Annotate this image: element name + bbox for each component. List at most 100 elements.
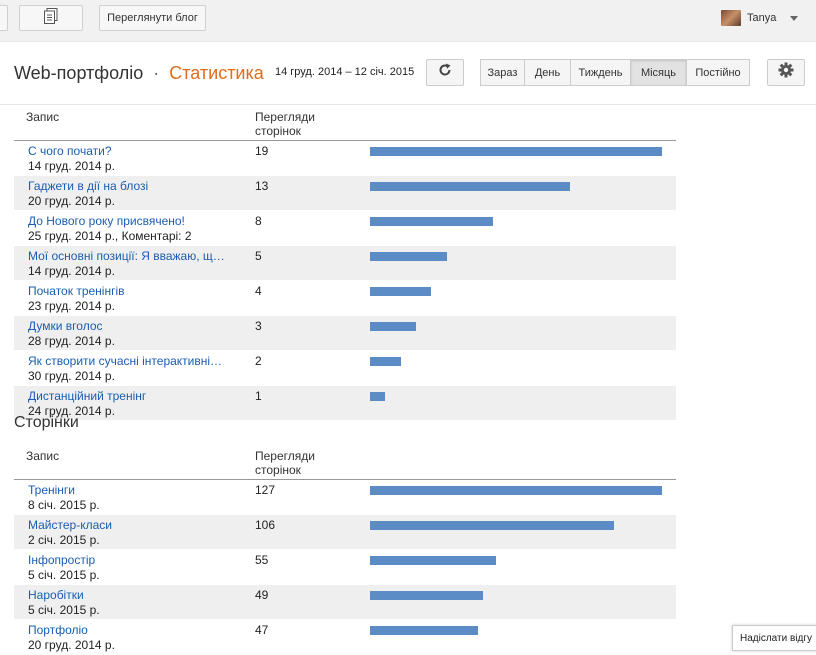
table-row: Думки вголос 28 груд. 2014 р. 3 (14, 316, 676, 351)
row-views: 2 (255, 354, 262, 368)
row-date: 5 січ. 2015 р. (28, 568, 100, 582)
row-views: 13 (255, 179, 269, 193)
posts-list-button[interactable] (19, 5, 83, 31)
column-header-record: Запис (26, 449, 60, 463)
pages-section-title: Сторінки (14, 414, 79, 431)
row-title-link[interactable]: Портфоліо (28, 623, 88, 637)
row-views: 47 (255, 623, 269, 637)
period-month-button[interactable]: Місяць (631, 59, 687, 86)
views-bar (370, 182, 570, 191)
row-views: 5 (255, 249, 262, 263)
table-row: Дистанційний тренінг 24 груд. 2014 р. 1 (14, 386, 676, 421)
row-views: 8 (255, 214, 262, 228)
row-title-link[interactable]: С чого почати? (28, 144, 112, 158)
table-row: До Нового року присвячено! 25 груд. 2014 … (14, 211, 676, 246)
row-date: 20 груд. 2014 р. (28, 638, 115, 652)
row-views: 49 (255, 588, 269, 602)
period-selector: Зараз День Тиждень Місяць Постійно (480, 59, 750, 86)
row-date: 14 груд. 2014 р. (28, 264, 115, 278)
views-bar (370, 392, 385, 401)
section-name: Статистика (169, 63, 264, 83)
table-row: Початок тренінгів 23 груд. 2014 р. 4 (14, 281, 676, 316)
row-date: 2 січ. 2015 р. (28, 533, 100, 547)
refresh-button[interactable] (426, 59, 464, 86)
views-bar (370, 147, 662, 156)
period-now-button[interactable]: Зараз (480, 59, 525, 86)
posts-stats-table: Запис Перегляди сторінок С чого почати? 14… (14, 108, 676, 421)
views-bar (370, 322, 416, 331)
period-day-button[interactable]: День (525, 59, 571, 86)
row-date: 8 січ. 2015 р. (28, 498, 100, 512)
period-alltime-button[interactable]: Постійно (687, 59, 750, 86)
row-views: 19 (255, 144, 269, 158)
table-row: Майстер-класи 2 січ. 2015 р. 106 (14, 515, 676, 550)
row-date: 28 груд. 2014 р. (28, 334, 115, 348)
row-views: 4 (255, 284, 262, 298)
row-views: 106 (255, 518, 276, 532)
table-row: С чого почати? 14 груд. 2014 р. 19 (14, 141, 676, 176)
row-title-link[interactable]: Як створити сучасні інтерактивні… (28, 354, 222, 368)
pages-stats-table: Запис Перегляди сторінок Тренінги 8 січ. 2… (14, 447, 676, 655)
row-date: 25 груд. 2014 р., Коментарі: 2 (28, 229, 192, 243)
views-bar (370, 591, 483, 600)
row-date: 20 груд. 2014 р. (28, 194, 115, 208)
date-range: 14 груд. 2014 – 12 січ. 2015 (275, 66, 415, 78)
table-row: Наробітки 5 січ. 2015 р. 49 (14, 585, 676, 620)
user-name: Tanya (747, 12, 777, 24)
table-row: Портфоліо 20 груд. 2014 р. 47 (14, 620, 676, 655)
row-title-link[interactable]: Початок тренінгів (28, 284, 125, 298)
posts-rows: С чого почати? 14 груд. 2014 р. 19 Гаджети … (14, 141, 676, 421)
row-date: 5 січ. 2015 р. (28, 603, 100, 617)
table-header: Запис Перегляди сторінок (14, 108, 676, 141)
row-views: 1 (255, 389, 262, 403)
row-title-link[interactable]: Гаджети в дії на блозі (28, 179, 148, 193)
views-bar (370, 626, 478, 635)
row-title-link[interactable]: Дистанційний тренінг (28, 389, 146, 403)
row-title-link[interactable]: Майстер-класи (28, 518, 112, 532)
column-header-views: Перегляди сторінок (255, 449, 315, 477)
table-row: Як створити сучасні інтерактивні… 30 груд… (14, 351, 676, 386)
views-bar (370, 287, 431, 296)
column-header-views: Перегляди сторінок (255, 110, 315, 138)
views-bar (370, 486, 662, 495)
row-views: 127 (255, 483, 276, 497)
page-header: Web-портфоліо · Статистика 14 груд. 2014 –… (0, 42, 816, 105)
user-menu[interactable]: Tanya (721, 10, 799, 26)
view-blog-button[interactable]: Переглянути блог (99, 5, 206, 31)
row-date: 14 груд. 2014 р. (28, 159, 115, 173)
row-title-link[interactable]: Мої основні позиції: Я вважаю, щ… (28, 249, 225, 263)
refresh-icon (438, 63, 452, 82)
column-header-record: Запис (26, 110, 60, 124)
table-row: Інфопростір 5 січ. 2015 р. 55 (14, 550, 676, 585)
top-bar: Переглянути блог Tanya (0, 0, 816, 42)
row-date: 23 груд. 2014 р. (28, 299, 115, 313)
table-row: Тренінги 8 січ. 2015 р. 127 (14, 480, 676, 515)
row-views: 3 (255, 319, 262, 333)
row-date: 30 груд. 2014 р. (28, 369, 115, 383)
views-bar (370, 217, 493, 226)
period-week-button[interactable]: Тиждень (571, 59, 631, 86)
title-separator: · (153, 63, 160, 83)
views-bar (370, 357, 401, 366)
blog-name[interactable]: Web-портфоліо (14, 63, 143, 83)
table-row: Мої основні позиції: Я вважаю, щ… 14 груд… (14, 246, 676, 281)
send-feedback-button[interactable]: Надіслати відгу (732, 625, 816, 651)
row-title-link[interactable]: Наробітки (28, 588, 84, 602)
settings-button[interactable] (767, 59, 805, 86)
row-views: 55 (255, 553, 269, 567)
views-bar (370, 521, 614, 530)
row-title-link[interactable]: Тренінги (28, 483, 75, 497)
row-title-link[interactable]: До Нового року присвячено! (28, 214, 185, 228)
menu-button[interactable] (0, 5, 8, 31)
row-title-link[interactable]: Інфопростір (28, 553, 95, 567)
views-bar (370, 252, 447, 261)
table-row: Гаджети в дії на блозі 20 груд. 2014 р. 13 (14, 176, 676, 211)
page-title: Web-портфоліо · Статистика (14, 63, 264, 84)
avatar (721, 10, 741, 26)
pages-rows: Тренінги 8 січ. 2015 р. 127 Майстер-класи 2 … (14, 480, 676, 655)
row-title-link[interactable]: Думки вголос (28, 319, 103, 333)
posts-list-icon (44, 7, 58, 29)
table-header: Запис Перегляди сторінок (14, 447, 676, 480)
views-bar (370, 556, 496, 565)
chevron-down-icon (790, 15, 799, 21)
